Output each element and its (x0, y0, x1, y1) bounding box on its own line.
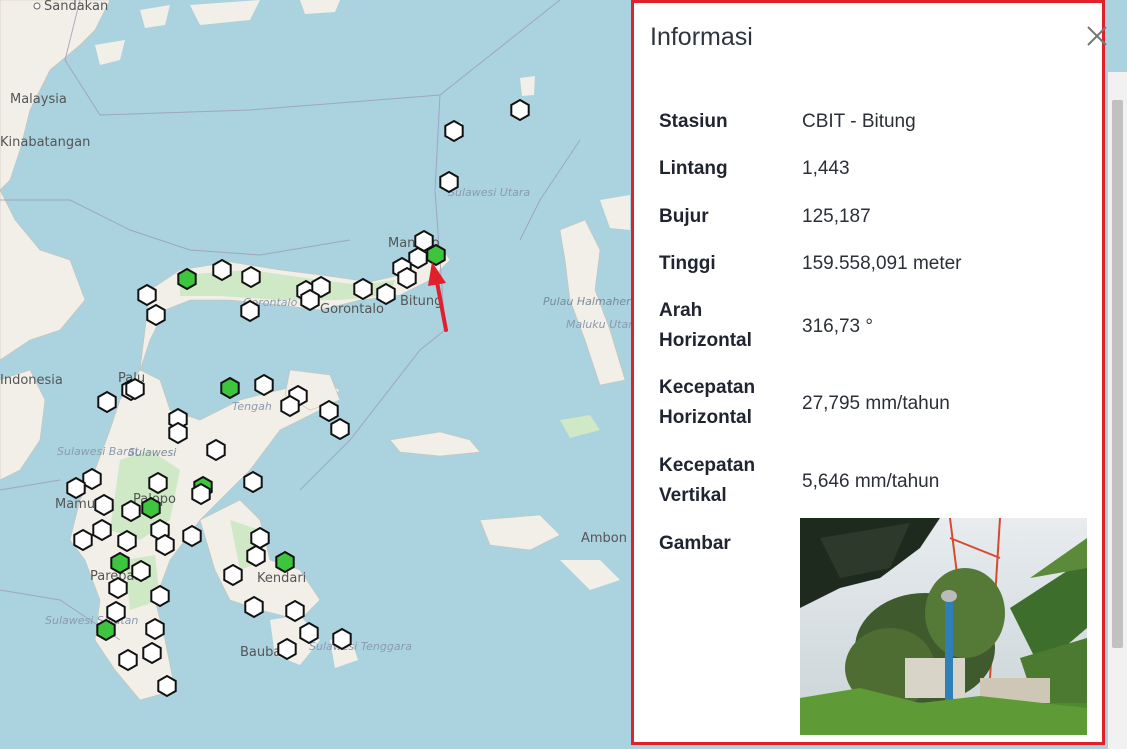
field-row-tinggi: Tinggi 159.558,091 meter (659, 249, 1099, 279)
scrollbar[interactable] (1108, 72, 1127, 749)
place-label: Sulawesi Barat (57, 445, 139, 458)
place-label: Maluku Utara (566, 318, 640, 331)
station-marker[interactable] (206, 438, 226, 462)
station-marker[interactable] (299, 621, 319, 645)
station-marker[interactable] (82, 467, 102, 491)
station-marker-highlighted[interactable] (220, 376, 240, 400)
place-label: Ambon (581, 531, 627, 546)
place-label: Bitung (400, 294, 442, 309)
field-row-kecepatan-horizontal: Kecepatan Horizontal 27,795 mm/tahun (659, 373, 1099, 433)
station-marker[interactable] (121, 499, 141, 523)
station-marker[interactable] (246, 544, 266, 568)
field-label: Kecepatan Horizontal (659, 377, 756, 428)
station-marker[interactable] (376, 282, 396, 306)
field-value: 125,187 (802, 206, 871, 227)
field-value: 5,646 mm/tahun (802, 471, 940, 492)
station-marker[interactable] (285, 599, 305, 623)
station-marker[interactable] (97, 390, 117, 414)
place-label: Pulau Halmahera (543, 295, 638, 308)
place-label: Sulawesi Utara (448, 186, 530, 199)
station-marker[interactable] (168, 421, 188, 445)
station-marker[interactable] (397, 266, 417, 290)
place-label: Sandakan (44, 0, 108, 14)
field-row-stasiun: Stasiun CBIT - Bitung (659, 107, 1099, 137)
field-value: CBIT - Bitung (802, 111, 916, 132)
station-marker[interactable] (241, 265, 261, 289)
station-photo (800, 518, 1087, 735)
station-marker[interactable] (117, 529, 137, 553)
station-marker[interactable] (319, 399, 339, 423)
station-marker[interactable] (408, 246, 428, 270)
place-label: Tengah (232, 400, 272, 413)
field-row-bujur: Bujur 125,187 (659, 202, 1099, 232)
station-marker[interactable] (125, 377, 145, 401)
station-marker[interactable] (330, 417, 350, 441)
place-label: Kendari (257, 571, 306, 586)
station-marker[interactable] (439, 170, 459, 194)
field-value: 1,443 (802, 158, 850, 179)
place-label: Gorontalo (320, 302, 384, 317)
field-label: Lintang (659, 158, 728, 179)
scrollbar-thumb[interactable] (1112, 100, 1123, 648)
station-marker[interactable] (66, 476, 86, 500)
station-marker[interactable] (444, 119, 464, 143)
place-label: Malaysia (10, 92, 67, 107)
station-marker[interactable] (510, 98, 530, 122)
station-marker[interactable] (157, 674, 177, 698)
station-marker[interactable] (131, 559, 151, 583)
field-label: Bujur (659, 206, 709, 227)
station-marker-highlighted[interactable] (177, 267, 197, 291)
station-marker[interactable] (145, 617, 165, 641)
station-marker[interactable] (300, 288, 320, 312)
field-label: Gambar (659, 533, 731, 554)
field-row-kecepatan-vertikal: Kecepatan Vertikal 5,646 mm/tahun (659, 451, 1099, 511)
station-marker[interactable] (280, 394, 300, 418)
field-row-arah-horizontal: Arah Horizontal 316,73 ° (659, 296, 1099, 356)
station-marker[interactable] (94, 493, 114, 517)
station-marker[interactable] (108, 576, 128, 600)
place-label: Indonesia (0, 373, 63, 388)
station-marker[interactable] (142, 641, 162, 665)
place-label: Kinabatangan (0, 135, 90, 150)
station-marker-highlighted[interactable] (110, 551, 130, 575)
station-marker[interactable] (254, 373, 274, 397)
field-value: 316,73 ° (802, 316, 873, 337)
station-marker[interactable] (240, 299, 260, 323)
field-label: Tinggi (659, 253, 716, 274)
station-marker[interactable] (148, 471, 168, 495)
station-marker[interactable] (250, 526, 270, 550)
station-marker[interactable] (244, 595, 264, 619)
field-row-lintang: Lintang 1,443 (659, 154, 1099, 184)
station-marker[interactable] (353, 277, 373, 301)
station-marker[interactable] (150, 584, 170, 608)
close-button[interactable] (1086, 25, 1108, 47)
field-label: Stasiun (659, 111, 728, 132)
station-marker[interactable] (118, 648, 138, 672)
station-marker-highlighted[interactable] (141, 496, 161, 520)
field-value: 27,795 mm/tahun (802, 393, 950, 414)
station-marker[interactable] (137, 283, 157, 307)
station-marker[interactable] (182, 524, 202, 548)
field-value: 159.558,091 meter (802, 253, 962, 274)
panel-title: Informasi (650, 23, 753, 51)
station-marker-highlighted[interactable] (426, 243, 446, 267)
station-marker[interactable] (155, 533, 175, 557)
station-marker[interactable] (277, 637, 297, 661)
station-marker[interactable] (191, 482, 211, 506)
station-marker-highlighted[interactable] (275, 550, 295, 574)
field-label: Kecepatan Vertikal (659, 455, 756, 506)
station-marker-highlighted[interactable] (96, 618, 116, 642)
station-marker[interactable] (92, 518, 112, 542)
station-marker[interactable] (223, 563, 243, 587)
station-marker[interactable] (243, 470, 263, 494)
info-panel: Informasi Stasiun CBIT - Bitung Lintang … (631, 0, 1108, 745)
station-marker[interactable] (73, 528, 93, 552)
close-icon (1087, 26, 1107, 46)
station-marker[interactable] (146, 303, 166, 327)
station-marker[interactable] (332, 627, 352, 651)
field-label: Arah Horizontal (659, 300, 752, 351)
station-marker[interactable] (106, 600, 126, 624)
place-label: Sulawesi Tenggara (309, 640, 412, 653)
station-marker[interactable] (212, 258, 232, 282)
